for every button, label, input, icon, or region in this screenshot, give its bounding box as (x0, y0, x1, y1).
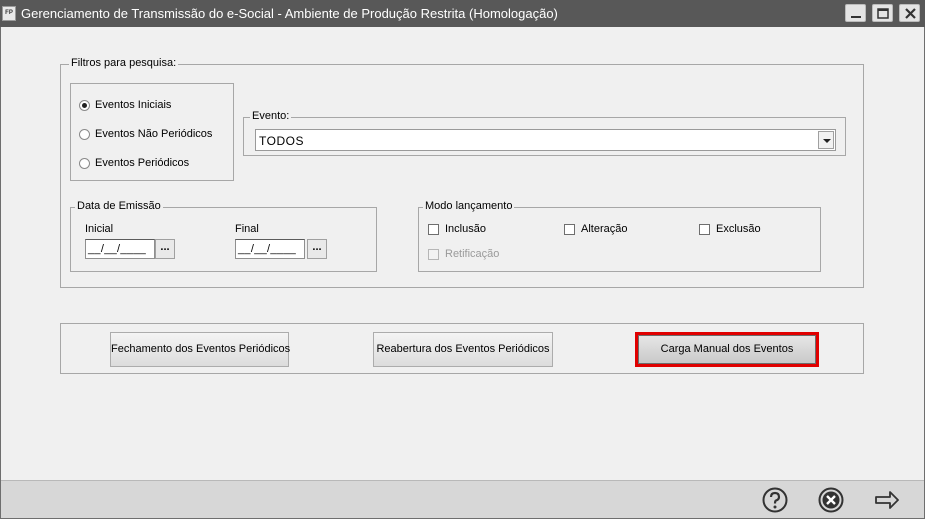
footer-bar (1, 480, 924, 518)
reabertura-eventos-button[interactable]: Reabertura dos Eventos Periódicos (373, 332, 553, 367)
maximize-icon (877, 8, 889, 19)
filters-group: Filtros para pesquisa: Eventos Iniciais … (60, 57, 864, 288)
title-bar: FP Gerenciamento de Transmissão do e-Soc… (0, 0, 925, 27)
window-title: Gerenciamento de Transmissão do e-Social… (21, 6, 558, 21)
radio-eventos-nao-periodicos[interactable]: Eventos Não Periódicos (79, 127, 212, 141)
data-final-input[interactable]: __/__/____ (235, 239, 305, 259)
close-icon (905, 8, 916, 19)
data-emissao-group: Data de Emissão Inicial __/__/____ ... F… (70, 200, 377, 272)
next-arrow-icon[interactable] (873, 486, 901, 514)
radio-label: Eventos Não Periódicos (95, 128, 213, 140)
close-button[interactable] (899, 4, 920, 22)
radio-label: Eventos Periódicos (95, 157, 190, 169)
app-icon: FP (2, 6, 16, 21)
final-label: Final (235, 223, 259, 235)
checkbox-label: Retificação (445, 248, 500, 260)
data-inicial-picker-button[interactable]: ... (155, 239, 175, 259)
cancel-icon[interactable] (817, 486, 845, 514)
checkbox-label: Alteração (581, 223, 628, 235)
dropdown-button[interactable] (818, 131, 834, 149)
radio-eventos-iniciais[interactable]: Eventos Iniciais (79, 98, 171, 112)
radio-eventos-periodicos[interactable]: Eventos Periódicos (79, 156, 189, 170)
radio-icon[interactable] (79, 128, 90, 140)
main-panel: Filtros para pesquisa: Eventos Iniciais … (1, 27, 924, 480)
evento-group: Evento: TODOS (243, 110, 846, 156)
event-type-radio-group: Eventos Iniciais Eventos Não Periódicos … (70, 83, 234, 181)
minimize-icon (851, 16, 861, 18)
maximize-button[interactable] (872, 4, 893, 22)
data-inicial-input[interactable]: __/__/____ (85, 239, 155, 259)
data-final-value: __/__/____ (238, 243, 297, 255)
checkbox-label: Inclusão (445, 223, 486, 235)
evento-select-value: TODOS (259, 134, 304, 148)
data-final-picker-button[interactable]: ... (307, 239, 327, 259)
fechamento-eventos-button[interactable]: Fechamento dos Eventos Periódicos (110, 332, 290, 367)
minimize-button[interactable] (845, 4, 866, 22)
check-retificacao: Retificação (428, 247, 499, 261)
check-alteracao[interactable]: Alteração (564, 222, 627, 236)
evento-select[interactable]: TODOS (255, 129, 836, 151)
highlight-box (635, 332, 819, 367)
check-exclusao[interactable]: Exclusão (699, 222, 761, 236)
checkbox-icon[interactable] (564, 223, 575, 235)
radio-icon[interactable] (79, 157, 90, 169)
inicial-label: Inicial (85, 223, 114, 235)
data-inicial-value: __/__/____ (88, 243, 147, 255)
chevron-down-icon (823, 139, 831, 143)
checkbox-icon[interactable] (428, 223, 439, 235)
data-emissao-legend: Data de Emissão (75, 200, 163, 212)
evento-legend: Evento: (250, 110, 292, 122)
checkbox-label: Exclusão (716, 223, 761, 235)
check-inclusao[interactable]: Inclusão (428, 222, 486, 236)
checkbox-icon[interactable] (699, 223, 710, 235)
modo-lancamento-legend: Modo lançamento (423, 200, 515, 212)
checkbox-icon (428, 248, 439, 260)
help-icon[interactable] (761, 486, 789, 514)
filters-legend: Filtros para pesquisa: (69, 57, 179, 69)
radio-selected-icon[interactable] (79, 99, 90, 111)
modo-lancamento-group: Modo lançamento Inclusão Alteração Exclu… (418, 200, 821, 272)
radio-label: Eventos Iniciais (95, 99, 172, 111)
